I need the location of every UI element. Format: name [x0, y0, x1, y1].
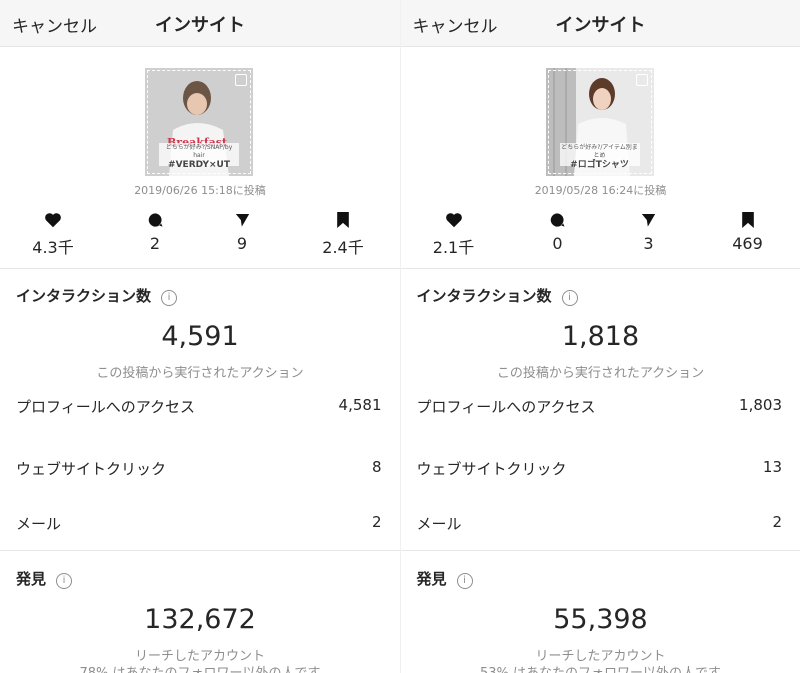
comment-icon: [550, 213, 565, 227]
info-icon[interactable]: i: [56, 573, 73, 589]
interactions-total: 1,818: [561, 321, 640, 352]
interaction-row-value: 8: [371, 458, 382, 476]
divider: [400, 550, 800, 551]
interaction-row-label: ウェブサイトクリック: [416, 460, 567, 478]
thumbnail-caption-line1: どちらが好み?/SNAP/by hair: [165, 144, 233, 159]
info-icon[interactable]: i: [456, 573, 473, 589]
interaction-row: ウェブサイトクリック 13: [417, 458, 783, 479]
thumbnail-caption: どちらが好み?/SNAP/by hair #VERDY×UT: [159, 143, 239, 170]
reach-note: 78% はあなたのフォロワー以外の人です: [0, 662, 400, 673]
interaction-row-value: 4,581: [338, 396, 382, 414]
interaction-row-label: プロフィールへのアクセス: [16, 398, 195, 416]
interaction-row-label: ウェブサイトクリック: [16, 460, 167, 478]
interaction-row-label: メール: [416, 515, 462, 533]
interaction-row: プロフィールへのアクセス 4,581: [16, 396, 382, 417]
posted-date: 2019/06/26 15:18に投稿: [134, 184, 266, 197]
bookmark-icon: [741, 212, 754, 228]
post-thumbnail[interactable]: どちらが好み?/アイテム別まとめ #ロゴTシャツ: [545, 68, 654, 176]
heart-icon: [45, 213, 61, 228]
interactions-total: 4,591: [161, 321, 239, 352]
engagement-stats: 4.3千 2 9 2.4千: [0, 212, 400, 258]
shares-count: 9: [236, 234, 248, 253]
saves-stat: 469: [713, 212, 783, 253]
share-icon: [641, 214, 656, 227]
interactions-caption: この投稿から実行されたアクション: [96, 366, 304, 381]
comments-count: 2: [149, 234, 161, 253]
divider: [400, 268, 800, 269]
interactions-title: インタラクション数: [416, 287, 552, 305]
insight-panel-left: キャンセル インサイト Breakfast どちらが好み?/SNAP/by ha…: [0, 0, 400, 673]
comments-count: 0: [552, 234, 563, 253]
interactions-heading: インタラクション数 i: [417, 285, 578, 306]
engagement-stats: 2.1千 0 3 469: [401, 212, 800, 258]
likes-stat: 4.3千: [18, 212, 88, 258]
interaction-row: プロフィールへのアクセス 1,803: [417, 396, 783, 417]
interaction-row: メール 2: [16, 513, 382, 534]
shares-stat: 9: [207, 212, 277, 253]
saves-count: 469: [732, 234, 763, 253]
interaction-row-value: 2: [772, 513, 782, 531]
thumbnail-caption-line2: #ロゴTシャツ: [570, 160, 629, 170]
comment-icon: [148, 213, 162, 227]
discovery-heading: 発見 i: [16, 568, 73, 589]
info-icon[interactable]: i: [161, 290, 178, 306]
interaction-row-label: メール: [16, 515, 62, 533]
interactions-caption: この投稿から実行されたアクション: [496, 366, 705, 381]
interaction-row-label: プロフィールへのアクセス: [416, 398, 596, 416]
saves-count: 2.4千: [322, 238, 364, 257]
thumbnail-caption-line1: どちらが好み?/アイテム別まとめ: [561, 144, 638, 159]
comments-stat: 2: [120, 212, 190, 253]
comments-stat: 0: [523, 212, 593, 253]
thumbnail-caption: どちらが好み?/アイテム別まとめ #ロゴTシャツ: [559, 143, 640, 170]
reach-note: 53% はあなたのフォロワー以外の人です: [401, 662, 800, 673]
likes-count: 4.3千: [32, 238, 74, 257]
shares-count: 3: [643, 234, 654, 253]
discovery-title: 発見: [416, 570, 447, 588]
shares-stat: 3: [614, 212, 684, 253]
interaction-row: ウェブサイトクリック 8: [16, 458, 382, 479]
reach-total: 55,398: [553, 604, 648, 635]
screen-title: インサイト: [555, 15, 646, 36]
interaction-row-value: 2: [371, 513, 382, 531]
post-thumbnail[interactable]: Breakfast どちらが好み?/SNAP/by hair #VERDY×UT: [145, 68, 253, 176]
discovery-heading: 発見 i: [417, 568, 473, 589]
saves-stat: 2.4千: [308, 212, 378, 258]
thumbnail-caption-line2: #VERDY×UT: [168, 160, 230, 170]
reach-total: 132,672: [144, 604, 256, 635]
likes-count: 2.1千: [432, 238, 475, 257]
divider: [0, 550, 400, 551]
screen-title: インサイト: [155, 15, 245, 36]
multi-post-icon: [235, 74, 247, 86]
heart-icon: [445, 213, 462, 228]
interaction-row: メール 2: [417, 513, 783, 534]
bookmark-icon: [337, 212, 349, 228]
multi-post-icon: [635, 74, 648, 86]
divider: [0, 268, 400, 269]
insight-panel-right: キャンセル インサイト どちらが好み?/アイテム別まとめ #ロゴTシャツ 201…: [399, 0, 800, 673]
top-bar: キャンセル インサイト: [400, 0, 800, 47]
posted-date: 2019/05/28 16:24に投稿: [534, 184, 667, 197]
interaction-row-value: 1,803: [739, 396, 782, 414]
likes-stat: 2.1千: [419, 212, 489, 258]
discovery-title: 発見: [16, 570, 47, 588]
interactions-heading: インタラクション数 i: [16, 285, 178, 306]
interactions-title: インタラクション数: [16, 287, 152, 305]
top-bar: キャンセル インサイト: [0, 0, 400, 47]
info-icon[interactable]: i: [561, 290, 578, 306]
interaction-row-value: 13: [762, 458, 782, 476]
share-icon: [235, 214, 249, 227]
